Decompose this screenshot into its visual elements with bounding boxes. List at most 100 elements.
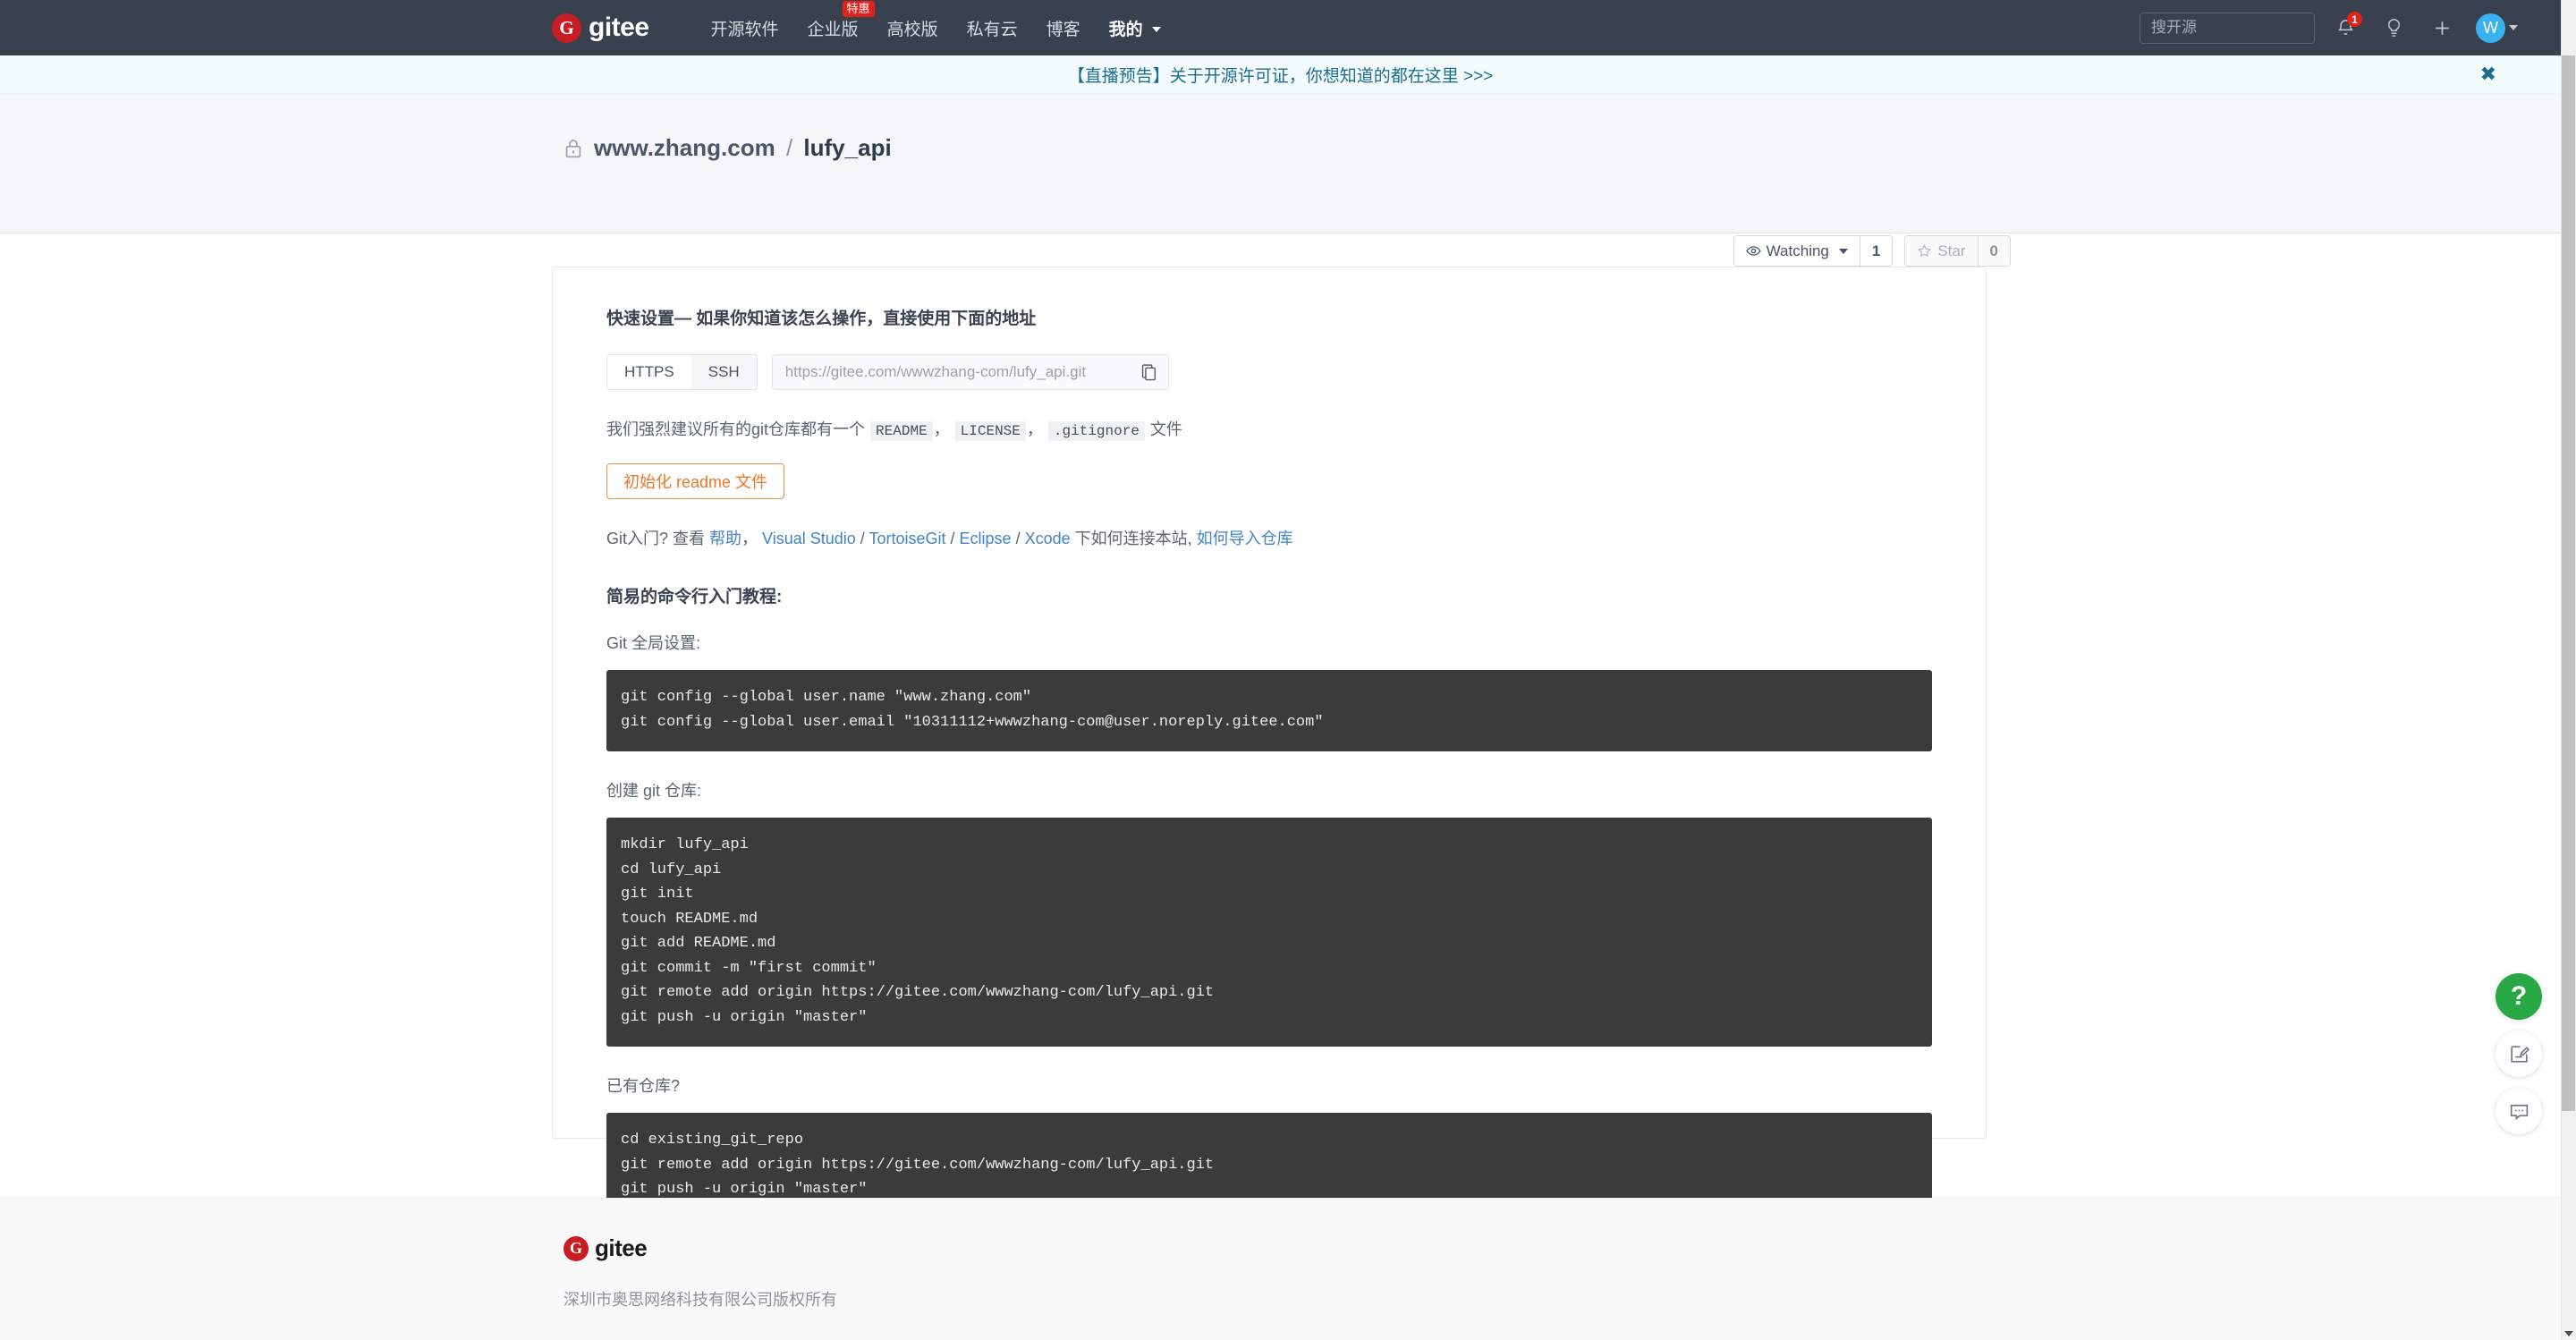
tutorial-heading: 简易的命令行入门教程: xyxy=(606,588,783,606)
init-readme-button[interactable]: 初始化 readme 文件 xyxy=(606,463,785,499)
help-button[interactable]: ? xyxy=(2496,973,2542,1020)
protocol-ssh-button[interactable]: SSH xyxy=(691,355,757,389)
tutorial-label-global: Git 全局设置: xyxy=(606,634,701,652)
watch-count[interactable]: 1 xyxy=(1859,236,1893,266)
help-link[interactable]: 帮助 xyxy=(709,530,741,547)
repository-actions: Watching 1 Star 0 xyxy=(1733,235,2011,267)
nav-right-actions: 1 W xyxy=(2140,10,2518,46)
recommend-suffix: 文件 xyxy=(1149,420,1182,438)
repository-header: www.zhang.com / lufy_api Watching 1 Star… xyxy=(0,94,2561,327)
footer-logo-mark: G xyxy=(564,1235,589,1261)
sep-2: / xyxy=(945,530,960,547)
primary-nav-links: 开源软件 企业版 特惠 高校版 私有云 博客 我的 xyxy=(697,0,1175,40)
protocol-https-button[interactable]: HTTPS xyxy=(607,355,691,389)
nav-link-mine[interactable]: 我的 xyxy=(1095,16,1175,40)
star-button[interactable]: Star xyxy=(1905,236,1978,266)
breadcrumb: www.zhang.com / lufy_api xyxy=(564,134,892,162)
watch-button[interactable]: Watching xyxy=(1733,236,1860,266)
footer-copyright: 深圳市奥思网络科技有限公司版权所有 xyxy=(564,1291,837,1309)
chevron-down-icon xyxy=(1838,248,1848,254)
link-xcode[interactable]: Xcode xyxy=(1025,530,1071,547)
tutorial-label-create: 创建 git 仓库: xyxy=(606,782,702,801)
nav-link-label: 企业版 xyxy=(807,20,859,39)
link-tortoisegit[interactable]: TortoiseGit xyxy=(869,530,945,547)
star-icon xyxy=(1918,243,1932,258)
git-help-mid: 下如何连接本站, xyxy=(1074,530,1192,547)
recommend-prefix: 我们强烈建议所有的git仓库都有一个 xyxy=(606,420,866,438)
protocol-toggle-group: HTTPS SSH xyxy=(606,354,758,390)
feedback-button[interactable] xyxy=(2496,1030,2542,1077)
git-help-lead: Git入门? 查看 xyxy=(606,530,706,547)
announcement-banner: 【直播预告】关于开源许可证，你想知道的都在这里 >>> ✖ xyxy=(0,55,2561,94)
link-visual-studio[interactable]: Visual Studio xyxy=(762,530,856,547)
quick-setup-heading: 快速设置— 如果你知道该怎么操作，直接使用下面的地址 xyxy=(606,310,1037,328)
repo-name-link[interactable]: lufy_api xyxy=(803,134,891,161)
nav-link-label: 我的 xyxy=(1108,20,1143,39)
nav-link-label: 博客 xyxy=(1046,20,1080,39)
clone-url-field-wrap xyxy=(771,354,1169,390)
watch-button-group: Watching 1 xyxy=(1733,235,1894,267)
floating-widget-stack: ? xyxy=(2496,973,2542,1134)
chip-gitignore: .gitignore xyxy=(1047,421,1145,441)
suggestions-button[interactable] xyxy=(2376,10,2411,46)
nav-link-label: 私有云 xyxy=(966,20,1018,39)
lightbulb-icon xyxy=(2387,18,2400,37)
scroll-down-arrow-icon[interactable] xyxy=(2564,1331,2573,1336)
top-navigation-bar: G gitee 开源软件 企业版 特惠 高校版 私有云 博客 我的 搜开源 1 … xyxy=(0,0,2561,55)
chip-comma-1: ， xyxy=(933,420,950,438)
copy-icon[interactable] xyxy=(1140,363,1157,382)
gitee-logo-mark: G xyxy=(552,13,581,43)
nav-link-blog[interactable]: 博客 xyxy=(1032,16,1095,40)
watch-label: Watching xyxy=(1766,242,1829,259)
notifications-button[interactable]: 1 xyxy=(2327,10,2363,46)
code-block-create-repo[interactable]: mkdir lufy_api cd lufy_api git init touc… xyxy=(606,818,1932,1047)
avatar[interactable]: W xyxy=(2476,13,2505,43)
chip-comma-2: ， xyxy=(1026,420,1043,438)
sep-1: / xyxy=(855,530,869,547)
link-eclipse[interactable]: Eclipse xyxy=(960,530,1012,547)
nav-link-education[interactable]: 高校版 xyxy=(873,16,953,40)
clone-url-row: HTTPS SSH xyxy=(606,354,1932,390)
page-title: www.zhang.com / lufy_api xyxy=(594,134,892,162)
nav-link-enterprise[interactable]: 企业版 特惠 xyxy=(793,0,875,40)
repo-owner-link[interactable]: www.zhang.com xyxy=(594,134,775,161)
announcement-link[interactable]: 【直播预告】关于开源许可证，你想知道的都在这里 >>> xyxy=(1068,63,1494,87)
gitee-logo[interactable]: G gitee xyxy=(552,13,649,43)
footer-logo[interactable]: G gitee xyxy=(564,1234,837,1262)
star-button-group: Star 0 xyxy=(1904,235,2011,267)
code-block-global-config[interactable]: git config --global user.name "www.zhang… xyxy=(606,670,1932,752)
nav-link-label: 高校版 xyxy=(886,20,938,39)
notification-count-badge: 1 xyxy=(2347,12,2362,27)
lock-icon xyxy=(564,138,583,159)
quick-setup-card: 快速设置— 如果你知道该怎么操作，直接使用下面的地址 HTTPS SSH htt… xyxy=(552,267,1987,1219)
chat-bubble-icon xyxy=(2510,1104,2528,1120)
page-footer: G gitee 深圳市奥思网络科技有限公司版权所有 xyxy=(0,1198,2561,1340)
avatar-chevron-down-icon[interactable] xyxy=(2509,25,2518,30)
create-new-button[interactable] xyxy=(2424,10,2460,46)
chat-button[interactable] xyxy=(2496,1088,2542,1134)
edit-note-icon xyxy=(2510,1045,2529,1063)
plus-icon xyxy=(2435,21,2449,35)
promo-badge: 特惠 xyxy=(842,0,875,17)
copy-glyph xyxy=(1141,363,1156,380)
repo-path-separator: / xyxy=(785,134,793,161)
search-input[interactable] xyxy=(2140,12,2315,44)
nav-link-privatecloud[interactable]: 私有云 xyxy=(953,16,1032,40)
tutorial-label-existing: 已有仓库? xyxy=(606,1077,681,1096)
nav-link-opensource[interactable]: 开源软件 xyxy=(697,16,793,40)
help-comma: ， xyxy=(741,530,758,547)
clone-url-input[interactable] xyxy=(784,363,1135,381)
recommend-files-text: 我们强烈建议所有的git仓库都有一个 README， LICENSE， .git… xyxy=(606,417,1932,441)
star-count[interactable]: 0 xyxy=(1977,236,2010,266)
gitee-logo-text: gitee xyxy=(589,13,649,42)
vertical-scrollbar-thumb[interactable] xyxy=(2562,55,2575,1111)
footer-logo-text: gitee xyxy=(595,1234,648,1261)
sep-3: / xyxy=(1011,530,1025,547)
footer-content: G gitee 深圳市奥思网络科技有限公司版权所有 xyxy=(564,1234,837,1310)
chip-readme: README xyxy=(870,421,933,441)
chip-license: LICENSE xyxy=(954,421,1026,441)
link-import-repo[interactable]: 如何导入仓库 xyxy=(1197,530,1293,547)
vertical-scrollbar-track[interactable] xyxy=(2561,0,2576,1340)
git-help-line: Git入门? 查看 帮助， Visual Studio / TortoiseGi… xyxy=(606,526,1932,549)
close-icon[interactable]: ✖ xyxy=(2480,64,2496,84)
